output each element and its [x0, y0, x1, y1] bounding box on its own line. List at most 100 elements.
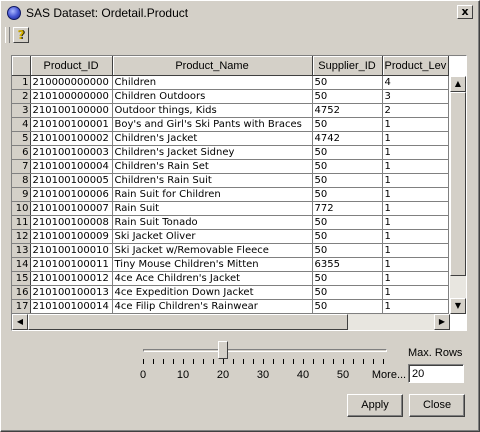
- cell-product-level[interactable]: 1: [382, 131, 449, 146]
- cell-product-name[interactable]: Children's Rain Suit: [112, 173, 313, 188]
- table-row[interactable]: 1 210000000000 Children 50 4: [12, 75, 449, 90]
- row-number[interactable]: 17: [12, 299, 31, 314]
- cell-supplier-id[interactable]: 50: [312, 89, 383, 104]
- row-number[interactable]: 14: [12, 257, 31, 272]
- cell-product-id[interactable]: 210100100012: [30, 271, 113, 286]
- cell-supplier-id[interactable]: 6355: [312, 257, 383, 272]
- cell-supplier-id[interactable]: 50: [312, 75, 383, 90]
- cell-product-level[interactable]: 1: [382, 145, 449, 160]
- scroll-down-button[interactable]: ▼: [450, 298, 466, 314]
- cell-product-level[interactable]: 1: [382, 187, 449, 202]
- cell-supplier-id[interactable]: 50: [312, 215, 383, 230]
- cell-product-name[interactable]: Ski Jacket Oliver: [112, 229, 313, 244]
- cell-product-level[interactable]: 1: [382, 257, 449, 272]
- cell-product-level[interactable]: 1: [382, 271, 449, 286]
- table-row[interactable]: 12 210100100009 Ski Jacket Oliver 50 1: [12, 229, 449, 244]
- cell-supplier-id[interactable]: 50: [312, 285, 383, 300]
- table-row[interactable]: 4 210100100001 Boy's and Girl's Ski Pants …: [12, 117, 449, 132]
- cell-product-name[interactable]: Children's Jacket: [112, 131, 313, 146]
- slider-track[interactable]: [143, 349, 387, 352]
- close-window-button[interactable]: x: [457, 5, 473, 19]
- cell-product-id[interactable]: 210100000000: [30, 89, 113, 104]
- cell-product-level[interactable]: 3: [382, 89, 449, 104]
- corner-cell[interactable]: [12, 56, 31, 76]
- column-header-product-level[interactable]: Product_Lev: [382, 56, 449, 76]
- toolbar-grip[interactable]: [5, 27, 10, 43]
- column-header-supplier-id[interactable]: Supplier_ID: [312, 56, 383, 76]
- slider-handle[interactable]: [218, 341, 228, 359]
- row-number[interactable]: 2: [12, 89, 31, 104]
- cell-supplier-id[interactable]: 50: [312, 243, 383, 258]
- cell-product-level[interactable]: 2: [382, 103, 449, 118]
- row-number[interactable]: 3: [12, 103, 31, 118]
- cell-supplier-id[interactable]: 50: [312, 117, 383, 132]
- max-rows-slider[interactable]: 0 10 20 30 40 50 More...: [137, 341, 406, 391]
- cell-supplier-id[interactable]: 50: [312, 299, 383, 314]
- cell-product-id[interactable]: 210100100006: [30, 187, 113, 202]
- cell-supplier-id[interactable]: 4752: [312, 103, 383, 118]
- cell-product-id[interactable]: 210100100011: [30, 257, 113, 272]
- cell-product-name[interactable]: 4ce Filip Children's Rainwear: [112, 299, 313, 314]
- table-row[interactable]: 3 210100100000 Outdoor things, Kids 4752 2: [12, 103, 449, 118]
- row-number[interactable]: 10: [12, 201, 31, 216]
- cell-product-level[interactable]: 1: [382, 173, 449, 188]
- cell-product-level[interactable]: 1: [382, 229, 449, 244]
- table-row[interactable]: 10 210100100007 Rain Suit 772 1: [12, 201, 449, 216]
- column-header-product-id[interactable]: Product_ID: [30, 56, 113, 76]
- scroll-up-button[interactable]: ▲: [450, 76, 466, 92]
- table-row[interactable]: 15 210100100012 4ce Ace Children's Jacket 5…: [12, 271, 449, 286]
- row-number[interactable]: 1: [12, 75, 31, 90]
- row-number[interactable]: 7: [12, 159, 31, 174]
- cell-product-id[interactable]: 210100100010: [30, 243, 113, 258]
- column-header-product-name[interactable]: Product_Name: [112, 56, 313, 76]
- cell-product-id[interactable]: 210100100007: [30, 201, 113, 216]
- cell-product-id[interactable]: 210100100003: [30, 145, 113, 160]
- row-number[interactable]: 5: [12, 131, 31, 146]
- cell-product-id[interactable]: 210100100000: [30, 103, 113, 118]
- cell-product-id[interactable]: 210000000000: [30, 75, 113, 90]
- table-row[interactable]: 17 210100100014 4ce Filip Children's Rainw…: [12, 299, 449, 314]
- table-row[interactable]: 7 210100100004 Children's Rain Set 50 1: [12, 159, 449, 174]
- cell-supplier-id[interactable]: 772: [312, 201, 383, 216]
- table-row[interactable]: 16 210100100013 4ce Expedition Down Jacket…: [12, 285, 449, 300]
- close-button[interactable]: Close: [409, 394, 465, 417]
- cell-product-level[interactable]: 1: [382, 117, 449, 132]
- cell-product-id[interactable]: 210100100005: [30, 173, 113, 188]
- row-number[interactable]: 6: [12, 145, 31, 160]
- cell-product-name[interactable]: Tiny Mouse Children's Mitten: [112, 257, 313, 272]
- horizontal-scrollbar[interactable]: ◀ ▶: [12, 314, 450, 330]
- max-rows-input[interactable]: [408, 364, 464, 383]
- cell-supplier-id[interactable]: 50: [312, 271, 383, 286]
- cell-product-name[interactable]: Rain Suit Tonado: [112, 215, 313, 230]
- scroll-left-button[interactable]: ◀: [12, 314, 28, 330]
- table-row[interactable]: 2 210100000000 Children Outdoors 50 3: [12, 89, 449, 104]
- horizontal-scroll-thumb[interactable]: [28, 314, 348, 330]
- title-bar[interactable]: SAS Dataset: Ordetail.Product x: [3, 3, 477, 23]
- cell-product-level[interactable]: 1: [382, 299, 449, 314]
- row-number[interactable]: 16: [12, 285, 31, 300]
- row-number[interactable]: 8: [12, 173, 31, 188]
- vertical-scrollbar[interactable]: ▲ ▼: [450, 76, 466, 314]
- cell-product-id[interactable]: 210100100001: [30, 117, 113, 132]
- cell-product-name[interactable]: Rain Suit for Children: [112, 187, 313, 202]
- row-number[interactable]: 12: [12, 229, 31, 244]
- cell-product-level[interactable]: 1: [382, 201, 449, 216]
- table-row[interactable]: 8 210100100005 Children's Rain Suit 50 1: [12, 173, 449, 188]
- cell-product-id[interactable]: 210100100013: [30, 285, 113, 300]
- cell-supplier-id[interactable]: 50: [312, 173, 383, 188]
- cell-product-id[interactable]: 210100100014: [30, 299, 113, 314]
- cell-supplier-id[interactable]: 50: [312, 229, 383, 244]
- cell-product-level[interactable]: 1: [382, 215, 449, 230]
- row-number[interactable]: 11: [12, 215, 31, 230]
- vertical-scroll-thumb[interactable]: [450, 92, 466, 276]
- cell-product-name[interactable]: Children: [112, 75, 313, 90]
- cell-product-level[interactable]: 1: [382, 285, 449, 300]
- cell-product-name[interactable]: Children's Rain Set: [112, 159, 313, 174]
- table-row[interactable]: 5 210100100002 Children's Jacket 4742 1: [12, 131, 449, 146]
- cell-product-name[interactable]: Boy's and Girl's Ski Pants with Braces: [112, 117, 313, 132]
- cell-product-id[interactable]: 210100100002: [30, 131, 113, 146]
- cell-product-level[interactable]: 1: [382, 159, 449, 174]
- scroll-right-button[interactable]: ▶: [434, 314, 450, 330]
- cell-product-level[interactable]: 1: [382, 243, 449, 258]
- cell-product-id[interactable]: 210100100008: [30, 215, 113, 230]
